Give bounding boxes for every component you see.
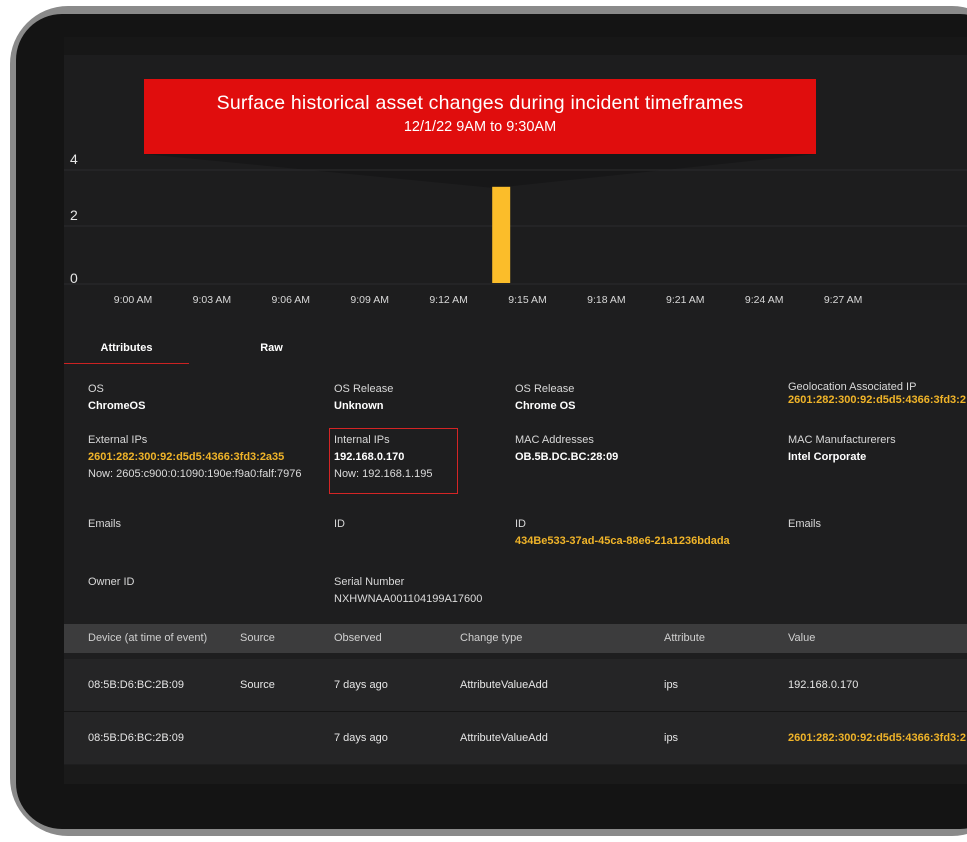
y-tick-label: 2 <box>70 207 78 223</box>
attr-value: 2601:282:300:92:d5d5:4366:3fd3:2a35 <box>88 451 285 463</box>
attr-label: ID <box>334 518 345 530</box>
attr-value: OB.5B.DC.BC:28:09 <box>515 451 619 463</box>
attr-label: Emails <box>788 518 822 530</box>
cell-observed: 7 days ago <box>334 732 388 744</box>
table-row[interactable]: 08:5B:D6:BC:2B:09 7 days ago AttributeVa… <box>64 712 967 764</box>
attr-now-value: Now: 192.168.1.195 <box>334 468 433 480</box>
attr-label: Geolocation Associated IP <box>788 381 917 393</box>
col-value[interactable]: Value <box>788 624 815 653</box>
cell-change-type: AttributeValueAdd <box>460 679 548 691</box>
top-bar <box>64 37 967 55</box>
col-observed[interactable]: Observed <box>334 624 382 653</box>
attr-os-release-2: OS Release Chrome OS <box>515 381 576 415</box>
attr-value: ChromeOS <box>88 400 146 412</box>
col-source[interactable]: Source <box>240 624 275 653</box>
y-tick-label: 4 <box>70 151 78 167</box>
x-tick-label: 9:24 AM <box>745 294 784 306</box>
cell-change-type: AttributeValueAdd <box>460 732 548 744</box>
detail-tabs: Attributes Raw <box>64 337 967 365</box>
attr-label: OS Release <box>515 383 575 395</box>
col-change-type[interactable]: Change type <box>460 624 522 653</box>
col-device[interactable]: Device (at time of event) <box>88 624 207 653</box>
attr-label: OS Release <box>334 383 394 395</box>
x-tick-label: 9:09 AM <box>350 294 389 306</box>
attr-value: 2601:282:300:92:d5d5:4366:3fd3:2 <box>788 394 966 406</box>
attr-id-2: ID 434Be533-37ad-45ca-88e6-21a1236bdada <box>515 516 730 550</box>
attr-serial-number: Serial Number NXHWNAA001104199A17600 <box>334 574 482 608</box>
x-tick-label: 9:27 AM <box>824 294 863 306</box>
tab-raw[interactable]: Raw <box>234 337 309 363</box>
cell-value: 2601:282:300:92:d5d5:4366:3fd3:2 <box>788 732 966 744</box>
cell-source: Source <box>240 679 275 691</box>
attr-value: Chrome OS <box>515 400 576 412</box>
cell-attribute: ips <box>664 732 679 744</box>
attr-label: Serial Number <box>334 576 405 588</box>
x-tick-label: 9:06 AM <box>272 294 311 306</box>
attr-label: MAC Manufacturerers <box>788 434 896 446</box>
attr-mac-addresses: MAC Addresses OB.5B.DC.BC:28:09 <box>515 432 618 466</box>
x-tick-label: 9:03 AM <box>193 294 232 306</box>
table-row[interactable]: 08:5B:D6:BC:2B:09 Source 7 days ago Attr… <box>64 659 967 711</box>
callout-title: Surface historical asset changes during … <box>216 92 744 114</box>
callout-banner: Surface historical asset changes during … <box>144 79 816 154</box>
attr-os-release: OS Release Unknown <box>334 381 393 415</box>
x-tick-label: 9:12 AM <box>429 294 468 306</box>
attr-label: Internal IPs <box>334 434 390 446</box>
x-tick-label: 9:18 AM <box>587 294 626 306</box>
attr-value: 434Be533-37ad-45ca-88e6-21a1236bdada <box>515 535 730 547</box>
attr-internal-ips: Internal IPs 192.168.0.170 Now: 192.168.… <box>334 432 432 483</box>
attr-emails-2: Emails <box>788 516 821 533</box>
attr-label: ID <box>515 518 526 530</box>
attr-label: Owner ID <box>88 576 135 588</box>
attr-mac-manufacturers: MAC Manufacturerers Intel Corporate <box>788 432 896 466</box>
cell-value: 192.168.0.170 <box>788 679 859 691</box>
callout-subtitle: 12/1/22 9AM to 9:30AM <box>403 119 557 135</box>
cell-device: 08:5B:D6:BC:2B:09 <box>88 732 185 744</box>
x-tick-label: 9:00 AM <box>114 294 153 306</box>
attr-label: Emails <box>88 518 122 530</box>
app-screen: 4 2 0 9:00 AM 9:03 AM 9:06 AM 9:09 AM 9:12 AM 9:… <box>64 37 967 784</box>
attr-value: 192.168.0.170 <box>334 451 405 463</box>
changes-table-header: Device (at time of event) Source Observe… <box>64 624 967 653</box>
attr-id: ID <box>334 516 345 533</box>
cell-device: 08:5B:D6:BC:2B:09 <box>88 679 185 691</box>
attr-os: OS ChromeOS <box>88 381 145 415</box>
attr-owner-id: Owner ID <box>88 574 134 591</box>
cell-attribute: ips <box>664 679 679 691</box>
x-tick-label: 9:21 AM <box>666 294 705 306</box>
attr-label: OS <box>88 383 104 395</box>
x-tick-label: 9:15 AM <box>508 294 547 306</box>
attr-label: MAC Addresses <box>515 434 594 446</box>
attr-external-ips: External IPs 2601:282:300:92:d5d5:4366:3… <box>88 432 301 483</box>
attr-geolocation-ip: Geolocation Associated IP 2601:282:300:9… <box>788 381 966 407</box>
attr-value: Intel Corporate <box>788 451 867 463</box>
attr-now-value: Now: 2605:c900:0:1090:190e:f9a0:falf:797… <box>88 468 302 480</box>
col-attribute[interactable]: Attribute <box>664 624 705 653</box>
tab-attributes[interactable]: Attributes <box>64 337 189 364</box>
attr-emails: Emails <box>88 516 121 533</box>
attr-value: NXHWNAA001104199A17600 <box>334 593 483 605</box>
bottom-bar <box>64 765 967 784</box>
attr-label: External IPs <box>88 434 148 446</box>
attr-value: Unknown <box>334 400 384 412</box>
chart-bar <box>492 186 511 283</box>
cell-observed: 7 days ago <box>334 679 388 691</box>
